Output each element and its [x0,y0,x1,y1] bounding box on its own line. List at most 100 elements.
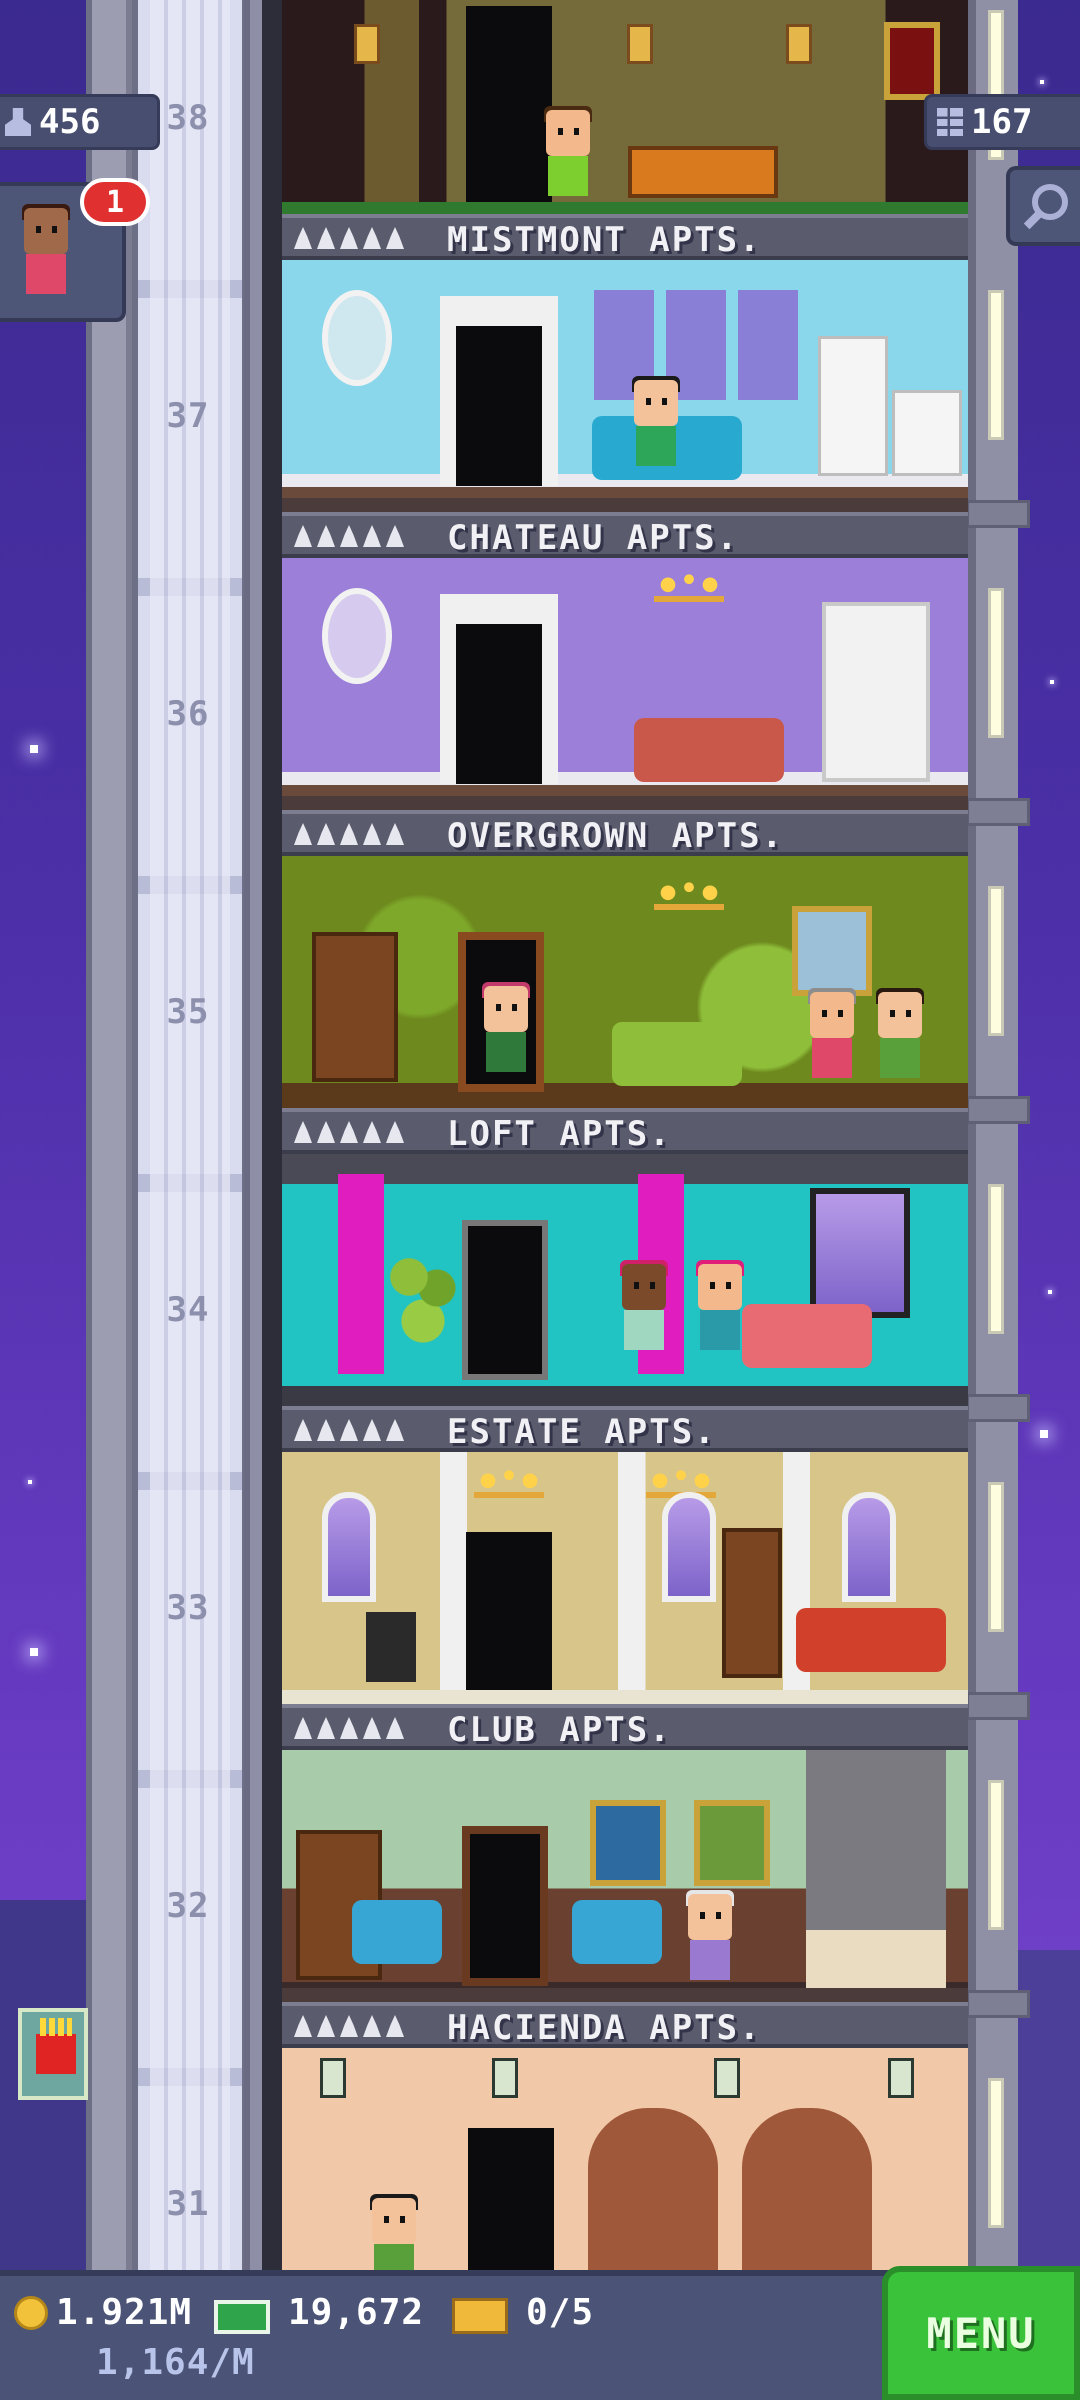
tower-light [988,1780,1004,1930]
floors-value: 167 [971,102,1033,142]
tower-light [988,1482,1004,1632]
hanging-lantern [492,2058,518,2098]
star-icon [340,1717,358,1739]
star-icon [294,1419,312,1441]
menu-button[interactable]: MENU [882,2266,1080,2400]
bitizen-mission-button[interactable] [18,2008,88,2100]
coins-rate: 1,164/M [96,2342,255,2383]
doorway [462,1826,548,1986]
sofa [742,1304,872,1368]
floor-strip [282,498,968,512]
fries-icon [36,2018,76,2074]
doorway [462,1220,548,1380]
floor-stars [294,1717,404,1739]
star-icon [294,227,312,249]
star-icon [317,2015,335,2037]
chandelier [654,876,724,910]
floor-name: ESTATE APTS. [447,1412,717,1452]
floor-name-bar: CLUB APTS. [282,1704,968,1750]
population-counter[interactable]: 456 [0,94,160,150]
sky-star [30,1648,38,1656]
coins-value[interactable]: 1.921M [56,2292,192,2333]
floor-name: MISTMONT APTS. [447,220,762,260]
wall-mirror [322,290,392,386]
elevator-rail [92,0,132,2270]
tenant[interactable] [540,106,596,200]
tenant[interactable] [616,1260,672,1354]
floor-carpet [282,202,968,214]
star-icon [363,2015,381,2037]
tenant[interactable] [872,988,928,1082]
star-icon [386,1717,404,1739]
star-icon [363,823,381,845]
star-icon [363,1419,381,1441]
tickets-value[interactable]: 0/5 [526,2292,594,2333]
floor-number: 37 [166,396,210,436]
tower-bracket [966,1990,1030,2018]
star-icon [363,1717,381,1739]
floor-32[interactable]: CLUB APTS. [282,1704,968,2002]
floor-34[interactable]: LOFT APTS. [282,1108,968,1406]
potted-plant [388,1244,458,1354]
star-icon [294,1717,312,1739]
floor-31[interactable]: HACIENDA APTS. [282,2002,968,2270]
star-icon [363,1121,381,1143]
chandelier [474,1464,544,1498]
search-button[interactable] [1006,166,1080,246]
doorway [456,326,542,486]
room-interior [282,1452,968,1704]
star-icon [386,2015,404,2037]
coin-icon [14,2296,48,2330]
star-icon [386,1419,404,1441]
floor-35[interactable]: OVERGROWN APTS. [282,810,968,1108]
tenant[interactable] [366,2194,422,2270]
tenant[interactable] [682,1890,738,1984]
star-icon [340,1121,358,1143]
floor-33[interactable]: ESTATE APTS. [282,1406,968,1704]
floor-36[interactable]: CHATEAU APTS. [282,512,968,810]
painting [792,906,872,996]
floor-name: CLUB APTS. [447,1710,672,1750]
floor-number: 38 [166,98,210,138]
floor-name-bar: OVERGROWN APTS. [282,810,968,856]
bux-value[interactable]: 19,672 [288,2292,424,2333]
star-icon [294,2015,312,2037]
tenant[interactable] [478,982,534,1076]
doorway [468,2128,554,2270]
tenant[interactable] [692,1260,748,1354]
star-icon [317,525,335,547]
floor-number: 31 [166,2184,210,2224]
floor-stars [294,525,404,547]
window [810,1188,910,1318]
bookshelf [722,1528,782,1678]
floor-number: 32 [166,1886,210,1926]
sky-star [1040,80,1044,84]
tower-wall [262,0,282,2270]
magenta-beam [338,1174,384,1374]
chandelier [654,568,724,602]
tenant[interactable] [804,988,860,1082]
floor-37[interactable]: MISTMONT APTS. [282,214,968,512]
floors-counter[interactable]: 167 [924,94,1080,150]
arch [742,2108,872,2270]
star-icon [363,227,381,249]
painting [884,22,940,100]
star-icon [340,2015,358,2037]
star-icon [340,525,358,547]
armchair [572,1900,662,1964]
floor-38[interactable] [282,0,968,214]
room-interior [282,558,968,810]
floor-name: OVERGROWN APTS. [447,816,785,856]
tenant[interactable] [628,376,684,470]
floor-name: HACIENDA APTS. [447,2008,762,2048]
sky-star [1048,1290,1052,1294]
hanging-lantern [714,2058,740,2098]
tower-bracket [966,1096,1030,1124]
bux-icon [214,2300,270,2334]
floor-stars [294,1419,404,1441]
floor-number: 35 [166,992,210,1032]
room-interior [282,1154,968,1406]
floor-name-bar: LOFT APTS. [282,1108,968,1154]
tower-bracket [966,798,1030,826]
hanging-lantern [888,2058,914,2098]
